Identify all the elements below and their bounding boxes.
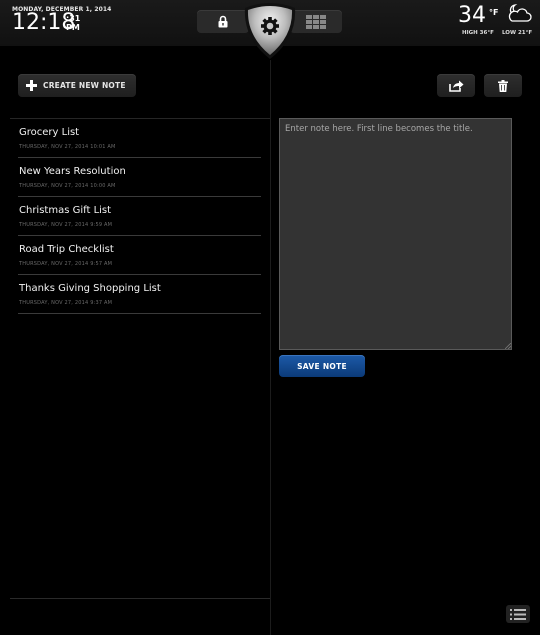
status-header: MONDAY, DECEMBER 1, 2014 12:18 :31 PM 34… (0, 0, 540, 59)
temperature-unit: °F (489, 8, 499, 17)
trash-icon (498, 79, 508, 92)
list-view-button[interactable] (506, 605, 530, 623)
plus-icon (26, 80, 37, 91)
gear-icon (261, 17, 279, 35)
note-text-input[interactable] (279, 118, 512, 350)
partly-cloudy-night-icon (508, 4, 532, 22)
note-list-item[interactable]: Thanks Giving Shopping List THURSDAY, NO… (18, 275, 261, 314)
note-list: Grocery List THURSDAY, NOV 27, 2014 10:0… (18, 119, 261, 314)
temperature-low: LOW 21°F (502, 30, 533, 36)
create-new-note-label: CREATE NEW NOTE (43, 81, 126, 90)
note-list-item[interactable]: New Years Resolution THURSDAY, NOV 27, 2… (18, 158, 261, 197)
temperature-high: HIGH 36°F (462, 30, 494, 36)
column-divider (270, 60, 271, 635)
note-date: THURSDAY, NOV 27, 2014 10:00 AM (19, 183, 116, 189)
list-bottom-divider (10, 598, 270, 599)
lock-button[interactable] (197, 10, 249, 33)
delete-button[interactable] (484, 74, 522, 97)
note-date: THURSDAY, NOV 27, 2014 9:37 AM (19, 300, 113, 306)
create-new-note-button[interactable]: CREATE NEW NOTE (18, 74, 136, 97)
note-title: Christmas Gift List (19, 205, 112, 216)
note-title: Road Trip Checklist (19, 244, 114, 255)
note-date: THURSDAY, NOV 27, 2014 10:01 AM (19, 144, 116, 150)
save-note-button[interactable]: SAVE NOTE (279, 355, 365, 377)
lock-icon (218, 15, 228, 28)
share-icon (448, 80, 463, 92)
note-date: THURSDAY, NOV 27, 2014 9:59 AM (19, 222, 113, 228)
note-list-item[interactable]: Grocery List THURSDAY, NOV 27, 2014 10:0… (18, 119, 261, 158)
grid-icon (306, 14, 326, 29)
time-ampm: PM (66, 23, 80, 32)
note-list-item[interactable]: Road Trip Checklist THURSDAY, NOV 27, 20… (18, 236, 261, 275)
settings-shield-button[interactable] (243, 2, 297, 60)
note-title: Grocery List (19, 127, 80, 138)
resize-grip-icon[interactable] (505, 343, 511, 349)
current-temperature: 34 (458, 3, 486, 28)
note-title: Thanks Giving Shopping List (19, 283, 161, 294)
note-date: THURSDAY, NOV 27, 2014 9:57 AM (19, 261, 113, 267)
note-list-item[interactable]: Christmas Gift List THURSDAY, NOV 27, 20… (18, 197, 261, 236)
time-seconds-ampm: :31 PM (66, 14, 80, 32)
note-title: New Years Resolution (19, 166, 126, 177)
time-seconds: :31 (66, 14, 81, 23)
list-icon (510, 608, 526, 620)
apps-button[interactable] (290, 10, 342, 33)
share-button[interactable] (437, 74, 475, 97)
